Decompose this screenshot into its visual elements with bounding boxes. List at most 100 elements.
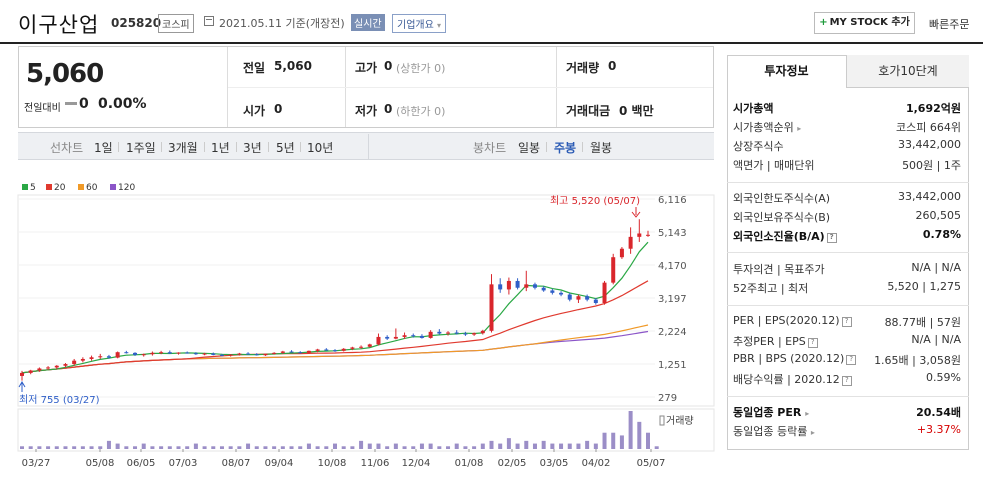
x-tick-label: 07/03 bbox=[169, 458, 198, 469]
x-tick-label: 04/02 bbox=[582, 458, 611, 469]
candle-body bbox=[446, 332, 451, 334]
info-label-text: 외국인소진율(B/A) bbox=[733, 230, 825, 243]
candle-body bbox=[463, 333, 468, 335]
volume-bar bbox=[115, 443, 120, 449]
help-icon[interactable]: ? bbox=[807, 338, 818, 348]
volume-bar bbox=[411, 446, 416, 449]
volume-bar bbox=[124, 446, 129, 449]
candle-body bbox=[628, 236, 633, 249]
candle-body bbox=[298, 352, 303, 354]
volume-bar bbox=[150, 446, 155, 449]
info-value: 260,505 bbox=[915, 209, 962, 222]
candle-body bbox=[63, 364, 68, 366]
candle-body bbox=[28, 370, 33, 373]
volume-bar bbox=[46, 446, 51, 449]
volume-bar bbox=[176, 446, 181, 449]
candle-body bbox=[385, 336, 390, 339]
candle-body bbox=[254, 354, 259, 356]
candle-body bbox=[106, 356, 111, 358]
candle-body bbox=[472, 333, 477, 335]
candle-body bbox=[532, 284, 537, 288]
volume-bar bbox=[167, 446, 172, 449]
x-tick-label: 03/05 bbox=[540, 458, 569, 469]
volume-bar bbox=[263, 446, 268, 449]
x-tick-label: 11/06 bbox=[361, 458, 390, 469]
volume-bar bbox=[489, 440, 494, 449]
volume-bar bbox=[602, 432, 607, 449]
volume-bar bbox=[559, 443, 564, 449]
candle-body bbox=[159, 352, 164, 354]
info-label: 동일업종 PER ▸ bbox=[733, 404, 809, 420]
volume-bar bbox=[454, 443, 459, 449]
candle-body bbox=[211, 353, 216, 355]
volume-bar bbox=[211, 446, 216, 449]
info-value: 1,692억원 bbox=[905, 102, 961, 115]
volume-bar bbox=[324, 446, 329, 449]
y-tick-label: 2,224 bbox=[658, 327, 687, 338]
candle-body bbox=[611, 257, 616, 283]
candle-body bbox=[515, 280, 520, 288]
info-label: 52주최고 | 최저 bbox=[733, 282, 809, 295]
candle-body bbox=[150, 352, 155, 355]
candle-body bbox=[506, 280, 511, 290]
candle-body bbox=[602, 282, 607, 304]
info-value: 88.77배 | 57원 bbox=[884, 316, 961, 329]
volume-bar bbox=[515, 443, 520, 449]
candle-body bbox=[20, 372, 24, 376]
volume-bar bbox=[228, 446, 233, 449]
tab-order-book[interactable]: 호가10단계 bbox=[847, 55, 969, 88]
candle-body bbox=[428, 331, 433, 338]
help-icon[interactable]: ? bbox=[841, 376, 852, 386]
info-label-text: 배당수익률 | 2020.12 bbox=[733, 373, 840, 386]
volume-bar bbox=[385, 446, 390, 449]
volume-bar bbox=[289, 446, 294, 449]
chevron-right-icon: ▸ bbox=[797, 124, 802, 133]
y-tick-label: 6,116 bbox=[658, 195, 687, 206]
info-label-text: 동일업종 등락률 bbox=[733, 425, 808, 438]
divider bbox=[727, 182, 969, 183]
max-price-annotation: 최고 5,520 (05/07) bbox=[550, 195, 640, 207]
info-row-pbr-bps: PBR | BPS (2020.12)? 1.65배 | 3,058원 bbox=[733, 352, 961, 368]
volume-bar bbox=[619, 435, 624, 449]
x-tick-label: 03/27 bbox=[22, 458, 51, 469]
volume-bar bbox=[524, 440, 529, 449]
help-icon[interactable]: ? bbox=[841, 317, 852, 327]
x-tick-label: 01/08 bbox=[455, 458, 484, 469]
help-icon[interactable]: ? bbox=[846, 355, 857, 365]
info-value: N/A | N/A bbox=[911, 333, 961, 346]
x-tick-label: 05/08 bbox=[86, 458, 115, 469]
min-price-annotation: 최저 755 (03/27) bbox=[19, 394, 100, 406]
info-row-foreign-limit: 외국인한도주식수(A) 33,442,000 bbox=[733, 190, 961, 206]
candle-body bbox=[315, 349, 320, 351]
info-row-shares: 상장주식수 33,442,000 bbox=[733, 138, 961, 154]
volume-bar bbox=[315, 446, 320, 449]
divider bbox=[727, 305, 969, 306]
help-icon[interactable]: ? bbox=[826, 233, 837, 243]
x-tick-label: 02/05 bbox=[498, 458, 527, 469]
info-row-dividend: 배당수익률 | 2020.12? 0.59% bbox=[733, 371, 961, 387]
candle-body bbox=[350, 347, 355, 349]
volume-bar bbox=[106, 440, 111, 449]
volume-bar bbox=[350, 446, 355, 449]
volume-bar bbox=[532, 443, 537, 449]
tab-investment-info[interactable]: 투자정보 bbox=[727, 55, 847, 88]
volume-bar bbox=[393, 443, 398, 449]
info-label-text: 추정PER | EPS bbox=[733, 335, 806, 348]
candle-body bbox=[37, 368, 42, 371]
candle-body bbox=[619, 248, 624, 258]
info-value: 1.65배 | 3,058원 bbox=[874, 354, 961, 367]
info-label: 액면가 | 매매단위 bbox=[733, 159, 815, 172]
price-chart-frame bbox=[17, 194, 715, 407]
info-value: 0.78% bbox=[922, 228, 961, 241]
volume-bar bbox=[333, 443, 337, 449]
candle-body bbox=[411, 335, 416, 337]
info-value: 33,442,000 bbox=[898, 190, 961, 203]
volume-bar bbox=[376, 443, 381, 449]
volume-bar bbox=[254, 446, 259, 449]
candle-body bbox=[167, 352, 172, 354]
volume-bar bbox=[28, 446, 33, 449]
candle-body bbox=[89, 357, 94, 359]
y-tick-label: 4,170 bbox=[658, 261, 687, 272]
info-label-text: PBR | BPS (2020.12) bbox=[733, 352, 845, 365]
volume-bar bbox=[359, 440, 364, 449]
